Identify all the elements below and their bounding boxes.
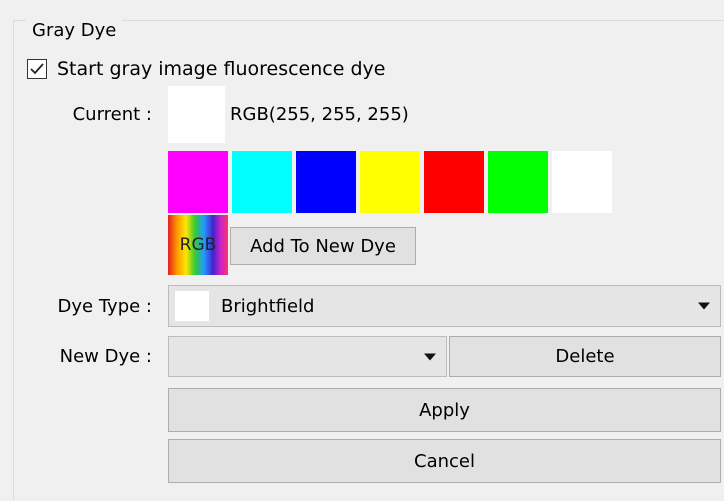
new-dye-select[interactable] — [168, 336, 447, 377]
add-to-new-dye-button[interactable]: Add To New Dye — [230, 227, 416, 265]
dye-type-value: Brightfield — [221, 295, 315, 317]
palette-color-blue[interactable] — [296, 151, 356, 213]
cancel-button[interactable]: Cancel — [168, 439, 721, 483]
palette-color-white[interactable] — [552, 151, 612, 213]
rgb-color-picker-button[interactable]: RGB — [168, 215, 228, 275]
current-label: Current : — [72, 104, 152, 125]
rgb-picker-label: RGB — [179, 235, 217, 255]
apply-button[interactable]: Apply — [168, 388, 721, 432]
new-dye-label: New Dye : — [59, 346, 152, 367]
checkmark-icon — [30, 63, 44, 75]
palette-color-cyan[interactable] — [232, 151, 292, 213]
start-fluorescence-label: Start gray image fluorescence dye — [57, 58, 386, 80]
group-title: Gray Dye — [26, 18, 123, 44]
start-fluorescence-checkbox-row[interactable]: Start gray image fluorescence dye — [27, 56, 385, 82]
palette-color-green[interactable] — [488, 151, 548, 213]
palette-color-red[interactable] — [424, 151, 484, 213]
chevron-down-icon — [424, 353, 436, 360]
current-rgb-text: RGB(255, 255, 255) — [230, 104, 409, 125]
dye-type-select[interactable]: Brightfield — [168, 285, 721, 327]
dye-type-color-swatch — [175, 291, 209, 321]
palette-color-yellow[interactable] — [360, 151, 420, 213]
delete-button[interactable]: Delete — [449, 336, 721, 377]
palette-color-magenta[interactable] — [168, 151, 228, 213]
color-palette — [168, 151, 616, 213]
start-fluorescence-checkbox[interactable] — [27, 59, 47, 79]
chevron-down-icon — [698, 302, 710, 310]
dye-type-label: Dye Type : — [57, 296, 152, 317]
current-color-swatch — [168, 86, 225, 143]
